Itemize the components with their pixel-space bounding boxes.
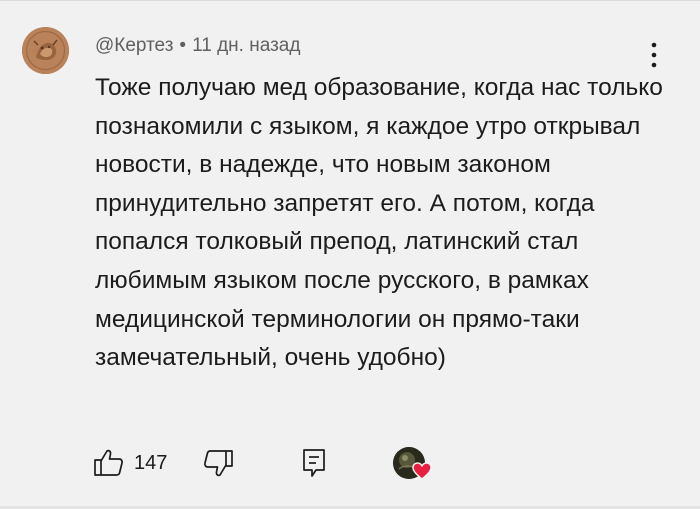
like-button[interactable]: 147	[93, 448, 167, 478]
heart-icon	[412, 462, 432, 480]
dislike-button[interactable]	[202, 448, 234, 478]
creator-heart-badge	[393, 447, 435, 485]
meta-separator: •	[179, 35, 187, 56]
thumb-down-icon	[204, 450, 233, 477]
author-avatar[interactable]	[22, 27, 69, 74]
comment-meta: @Кертез • 11 дн. назад	[95, 35, 300, 57]
more-options-button[interactable]	[642, 38, 666, 72]
author-name[interactable]: @Кертез	[95, 35, 173, 56]
comment-timestamp: 11 дн. назад	[192, 35, 301, 56]
reply-icon	[303, 449, 325, 477]
thumb-up-icon	[94, 449, 123, 476]
comment-text: Тоже получаю мед образование, когда нас …	[95, 74, 663, 372]
top-divider	[0, 0, 700, 1]
reply-button[interactable]	[301, 448, 327, 478]
like-count: 147	[134, 451, 168, 474]
more-vertical-icon	[651, 42, 657, 68]
